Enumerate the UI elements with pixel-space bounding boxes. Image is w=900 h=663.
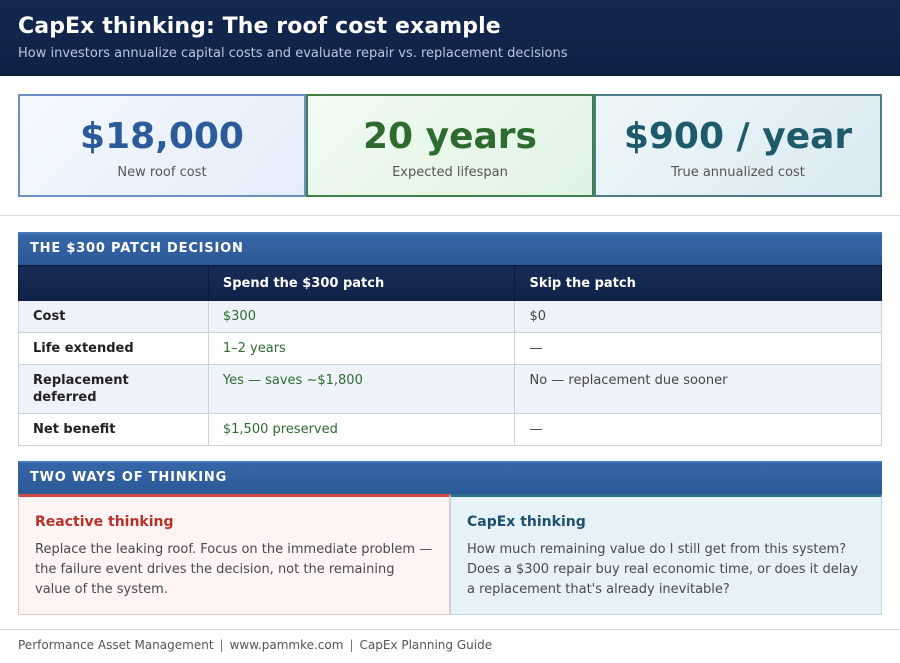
table-row: Cost $300 $0 (18, 300, 882, 333)
stat-value: 20 years (363, 116, 537, 157)
stat-label: Expected lifespan (392, 165, 508, 180)
section-title-two-ways: TWO WAYS OF THINKING (18, 461, 882, 494)
column-header-blank (18, 265, 209, 301)
cell-spend: Yes — saves ~$1,800 (207, 364, 516, 414)
footer-divider (0, 629, 900, 630)
patch-comparison-table: Spend the $300 patch Skip the patch Cost… (18, 265, 882, 446)
cell-skip: — (514, 332, 882, 365)
stat-label: True annualized cost (671, 165, 805, 180)
table-row: Net benefit $1,500 preserved — (18, 413, 882, 446)
stat-value: $18,000 (80, 116, 244, 157)
panel-body: How much remaining value do I still get … (467, 542, 859, 597)
cell-skip: No — replacement due sooner (514, 364, 882, 414)
footer-separator: | (349, 638, 354, 652)
row-label: Life extended (18, 332, 209, 365)
page-subtitle: How investors annualize capital costs an… (18, 46, 568, 61)
panel-title: CapEx thinking (467, 514, 586, 530)
section-divider (0, 215, 900, 216)
stat-label: New roof cost (117, 165, 207, 180)
stat-card-roof-cost: $18,000 New roof cost (18, 94, 306, 197)
row-label: Cost (18, 300, 209, 333)
cell-skip: $0 (514, 300, 882, 333)
thinking-panels: Reactive thinking Replace the leaking ro… (18, 494, 882, 615)
section-title-patch-decision: THE $300 PATCH DECISION (18, 232, 882, 265)
page-title: CapEx thinking: The roof cost example (18, 14, 501, 39)
row-label: Net benefit (18, 413, 209, 446)
stat-card-lifespan: 20 years Expected lifespan (306, 94, 594, 197)
stat-value: $900 / year (623, 116, 853, 157)
page-header: CapEx thinking: The roof cost example Ho… (0, 0, 900, 76)
column-header-skip: Skip the patch (514, 265, 882, 301)
reactive-thinking-panel: Reactive thinking Replace the leaking ro… (18, 494, 450, 615)
footer-separator: | (219, 638, 224, 652)
table-row: Replacement deferred Yes — saves ~$1,800… (18, 364, 882, 414)
panel-title: Reactive thinking (35, 514, 174, 530)
stat-card-annualized: $900 / year True annualized cost (594, 94, 882, 197)
footer-guide: CapEx Planning Guide (359, 638, 493, 652)
capex-thinking-panel: CapEx thinking How much remaining value … (450, 494, 882, 615)
footer-site-link[interactable]: www.pammke.com (230, 638, 344, 652)
cell-spend: $300 (207, 300, 516, 333)
cell-skip: — (514, 413, 882, 446)
panel-body: Replace the leaking roof. Focus on the i… (35, 542, 433, 597)
stats-row: $18,000 New roof cost 20 years Expected … (18, 94, 882, 197)
row-label: Replacement deferred (18, 364, 209, 414)
page-footer: Performance Asset Management | www.pammke.… (18, 638, 492, 653)
cell-spend: 1–2 years (207, 332, 516, 365)
table-header-row: Spend the $300 patch Skip the patch (18, 265, 882, 301)
column-header-spend: Spend the $300 patch (207, 265, 516, 301)
cell-spend: $1,500 preserved (207, 413, 516, 446)
footer-org: Performance Asset Management (18, 638, 214, 652)
table-row: Life extended 1–2 years — (18, 332, 882, 365)
